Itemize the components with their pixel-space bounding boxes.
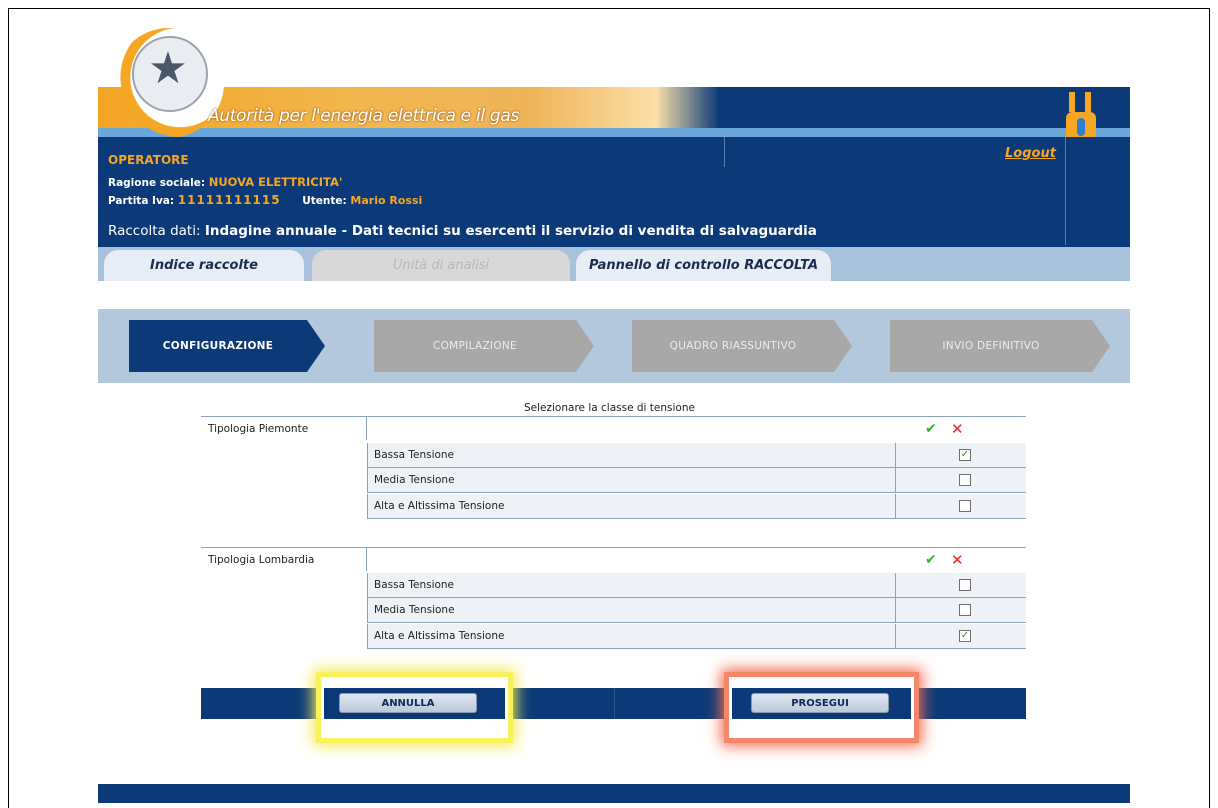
- row-separator: [895, 468, 896, 492]
- raccolta-value: Indagine annuale - Dati tecnici su eserc…: [204, 223, 817, 239]
- raccolta-label: Raccolta dati:: [108, 223, 201, 239]
- row-label: Media Tensione: [374, 474, 455, 486]
- partita-label: Partita Iva:: [108, 195, 175, 207]
- row-separator: [895, 598, 896, 622]
- group-divider: [367, 416, 1026, 417]
- row-label: Bassa Tensione: [374, 449, 455, 461]
- utente-label: Utente:: [302, 195, 347, 207]
- checkbox[interactable]: ✓: [959, 449, 971, 461]
- raccolta-dati: Raccolta dati: Indagine annuale - Dati t…: [108, 223, 817, 239]
- ragione-label: Ragione sociale:: [108, 177, 206, 189]
- table-row: Media Tensione: [367, 468, 1026, 493]
- table-row: Bassa Tensione: [367, 573, 1026, 598]
- info-divider: [724, 137, 725, 167]
- operator-label: OPERATORE: [108, 153, 189, 167]
- row-separator: [895, 494, 896, 518]
- ragione-value: NUOVA ELETTRICITA': [208, 175, 343, 189]
- table-row: Bassa Tensione ✓: [367, 443, 1026, 468]
- partita-value: 11111111115: [177, 193, 281, 207]
- group-title-piemonte: Tipologia Piemonte: [201, 416, 367, 440]
- check-icon[interactable]: ✔: [925, 421, 937, 437]
- step-configurazione[interactable]: CONFIGURAZIONE: [129, 320, 325, 372]
- table-row: Media Tensione: [367, 598, 1026, 623]
- step-invio-definitivo: INVIO DEFINITIVO: [890, 320, 1110, 372]
- row-label: Media Tensione: [374, 604, 455, 616]
- step-compilazione: COMPILAZIONE: [374, 320, 594, 372]
- tab-unita-di-analisi: Unità di analisi: [312, 250, 570, 281]
- checkbox[interactable]: ✓: [959, 630, 971, 642]
- step-quadro-riassuntivo: QUADRO RIASSUNTIVO: [632, 320, 852, 372]
- row-separator: [895, 624, 896, 648]
- footer-bar: [98, 784, 1130, 803]
- agency-title: Autorità per l'energia elettrica e il ga…: [208, 106, 520, 126]
- row-label: Alta e Altissima Tensione: [374, 630, 505, 642]
- cross-icon[interactable]: ✕: [951, 551, 964, 569]
- checkbox[interactable]: [959, 500, 971, 512]
- step-label: QUADRO RIASSUNTIVO: [669, 340, 797, 352]
- table-row: Alta e Altissima Tensione: [367, 494, 1026, 519]
- row-separator: [895, 443, 896, 467]
- info-divider: [1065, 137, 1066, 245]
- tab-pannello-controllo[interactable]: Pannello di controllo RACCOLTA: [576, 250, 831, 281]
- tab-indice-raccolte[interactable]: Indice raccolte: [104, 250, 304, 281]
- row-separator: [895, 573, 896, 597]
- checkbox[interactable]: [959, 579, 971, 591]
- row-label: Alta e Altissima Tensione: [374, 500, 505, 512]
- banner-strip: [98, 128, 1130, 137]
- ragione-sociale: Ragione sociale: NUOVA ELETTRICITA': [108, 175, 342, 189]
- utente-value: Mario Rossi: [350, 194, 423, 207]
- group-title-lombardia: Tipologia Lombardia: [201, 547, 367, 571]
- step-label: INVIO DEFINITIVO: [942, 340, 1040, 352]
- star-icon: ★: [148, 43, 188, 94]
- selection-prompt: Selezionare la classe di tensione: [524, 402, 695, 414]
- logout-link[interactable]: Logout: [1005, 146, 1056, 161]
- step-label: COMPILAZIONE: [432, 340, 517, 352]
- check-icon[interactable]: ✔: [925, 552, 937, 568]
- group-divider: [367, 547, 1026, 548]
- table-row: Alta e Altissima Tensione ✓: [367, 624, 1026, 649]
- partita-iva: Partita Iva: 11111111115 Utente: Mario R…: [108, 193, 422, 207]
- annulla-button[interactable]: ANNULLA: [339, 693, 477, 713]
- action-divider: [614, 688, 615, 719]
- checkbox[interactable]: [959, 474, 971, 486]
- cross-icon[interactable]: ✕: [951, 420, 964, 438]
- prosegui-button[interactable]: PROSEGUI: [751, 693, 889, 713]
- checkbox[interactable]: [959, 604, 971, 616]
- row-label: Bassa Tensione: [374, 579, 455, 591]
- step-label: CONFIGURAZIONE: [162, 340, 274, 352]
